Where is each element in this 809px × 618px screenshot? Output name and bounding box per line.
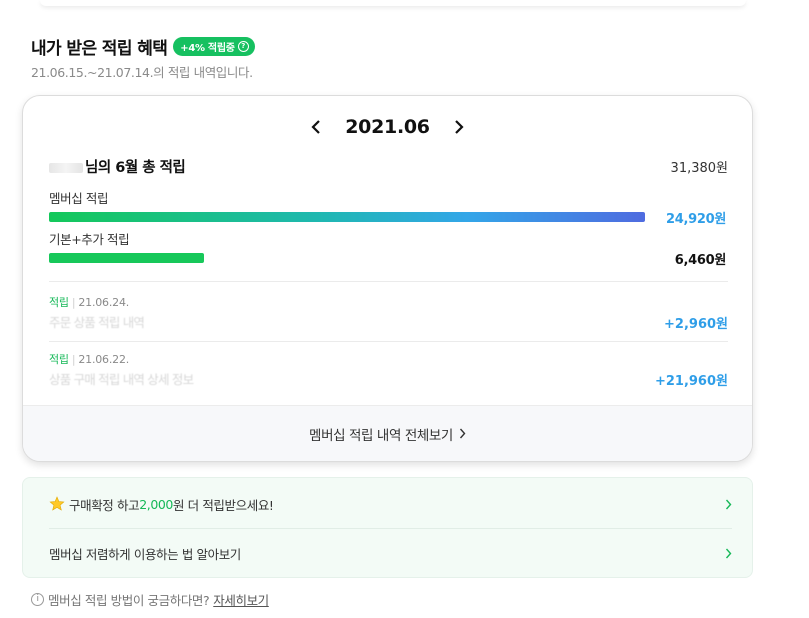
period-text: 21.06.15.~21.07.14.의 적립 내역입니다.	[31, 65, 253, 80]
history-type: 적립	[49, 353, 69, 366]
chevron-right-icon	[454, 120, 464, 134]
divider	[49, 281, 728, 282]
history-amount: +2,960원	[664, 317, 728, 332]
reward-rate-label: +4% 적립중	[180, 43, 235, 54]
history-amount: +21,960원	[654, 374, 728, 389]
basic-label: 기본+추가 적립	[49, 232, 130, 247]
prev-month-button[interactable]	[305, 116, 327, 138]
basic-bar	[49, 253, 204, 263]
view-all-label: 멤버십 적립 내역 전체보기	[309, 427, 453, 444]
page-title: 내가 받은 적립 혜택	[31, 39, 168, 59]
view-all-history-button[interactable]: 멤버십 적립 내역 전체보기	[23, 405, 752, 461]
purchase-confirm-tip[interactable]: 구매확정 하고 2,000 원 더 적립받으세요!	[49, 480, 732, 528]
previous-section-edge	[40, 0, 746, 6]
tip-label: 멤버십 저렴하게 이용하는 법 알아보기	[49, 546, 241, 562]
history-date: 21.06.22.	[78, 353, 130, 366]
membership-label: 멤버십 적립	[49, 191, 109, 206]
help-line: i 멤버십 적립 방법이 궁금하다면? 자세히보기	[31, 590, 269, 609]
help-text: 멤버십 적립 방법이 궁금하다면?	[48, 593, 210, 608]
tip-highlight-amount: 2,000	[139, 496, 173, 512]
membership-bar	[49, 212, 645, 222]
summary-title: 님의 6월 총 적립	[85, 160, 186, 176]
basic-bar-track	[49, 253, 645, 263]
benefit-header: 내가 받은 적립 혜택 +4% 적립중 ?	[31, 34, 255, 59]
summary-row: 님의 6월 총 적립 31,380원	[49, 156, 728, 177]
tips-panel: 구매확정 하고 2,000 원 더 적립받으세요! 멤버십 저렴하게 이용하는 법…	[22, 477, 753, 578]
info-icon: i	[31, 593, 44, 606]
help-icon[interactable]: ?	[237, 41, 249, 52]
history-description: 상품 구매 적립 내역 상세 정보	[49, 372, 194, 387]
chevron-right-icon	[725, 548, 732, 558]
chevron-right-icon	[459, 428, 466, 439]
masked-username	[49, 163, 83, 173]
next-month-button[interactable]	[448, 116, 470, 138]
history-description: 주문 상품 적립 내역	[49, 315, 145, 330]
reward-rate-badge[interactable]: +4% 적립중 ?	[173, 37, 255, 56]
divider	[49, 341, 728, 342]
membership-bar-track	[49, 212, 645, 222]
star-icon	[49, 496, 65, 511]
chevron-left-icon	[311, 120, 321, 134]
details-link[interactable]: 자세히보기	[213, 590, 269, 609]
history-type: 적립	[49, 296, 69, 309]
chevron-right-icon	[725, 499, 732, 509]
history-item: 적립 | 21.06.22. 상품 구매 적립 내역 상세 정보 +21,960원	[49, 353, 728, 389]
month-navigator: 2021.06	[23, 116, 752, 138]
membership-value: 24,920원	[665, 212, 726, 227]
basic-value: 6,460원	[674, 253, 727, 268]
summary-total: 31,380원	[670, 161, 728, 176]
history-date: 21.06.24.	[78, 296, 130, 309]
month-label: 2021.06	[345, 116, 430, 138]
membership-guide-tip[interactable]: 멤버십 저렴하게 이용하는 법 알아보기	[49, 529, 732, 577]
reward-card: 2021.06 님의 6월 총 적립 31,380원 멤버십 적립 24,920…	[22, 95, 753, 462]
